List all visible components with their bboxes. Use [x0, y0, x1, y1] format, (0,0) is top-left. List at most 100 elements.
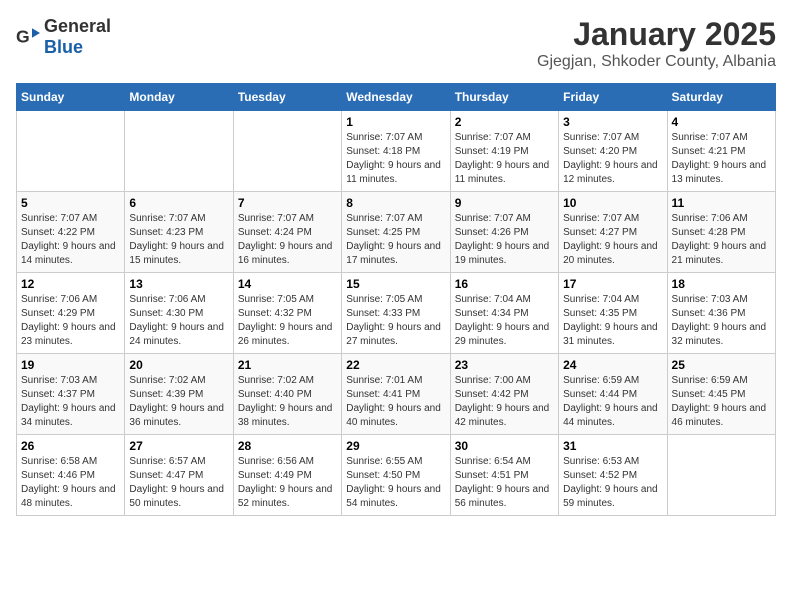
month-title: January 2025	[537, 16, 776, 53]
calendar-cell: 3Sunrise: 7:07 AMSunset: 4:20 PMDaylight…	[559, 111, 667, 192]
day-info: Sunrise: 6:59 AMSunset: 4:44 PMDaylight:…	[563, 374, 662, 430]
calendar-cell: 13 Sunrise: 7:06 AMSunset: 4:30 PMDayligh…	[125, 273, 233, 354]
day-info: Sunrise: 7:07 AMSunset: 4:21 PMDaylight:…	[672, 131, 771, 187]
day-info: Sunrise: 7:01 AMSunset: 4:41 PMDaylight:…	[346, 374, 445, 430]
calendar-cell: 29Sunrise: 6:55 AMSunset: 4:50 PMDayligh…	[342, 435, 450, 516]
calendar-cell: 25 Sunrise: 6:59 AMSunset: 4:45 PMDayligh…	[667, 354, 775, 435]
day-number: 14	[238, 277, 337, 291]
calendar-cell: 11 Sunrise: 7:06 AMSunset: 4:28 PMDayligh…	[667, 192, 775, 273]
logo-blue: Blue	[44, 37, 83, 57]
day-info: Sunrise: 7:07 AMSunset: 4:24 PMDaylight:…	[238, 212, 337, 268]
day-info: Sunrise: 7:07 AMSunset: 4:26 PMDaylight:…	[455, 212, 554, 268]
day-number: 9	[455, 196, 554, 210]
day-info: Sunrise: 7:04 AMSunset: 4:34 PMDaylight:…	[455, 293, 554, 349]
logo: G General Blue	[16, 16, 111, 58]
calendar-cell: 18 Sunrise: 7:03 AMSunset: 4:36 PMDayligh…	[667, 273, 775, 354]
day-info: Sunrise: 7:02 AMSunset: 4:39 PMDaylight:…	[129, 374, 228, 430]
calendar-week-row: 12Sunrise: 7:06 AMSunset: 4:29 PMDayligh…	[17, 273, 776, 354]
calendar-cell: 24 Sunrise: 6:59 AMSunset: 4:44 PMDayligh…	[559, 354, 667, 435]
calendar-cell: 26Sunrise: 6:58 AMSunset: 4:46 PMDayligh…	[17, 435, 125, 516]
title-block: January 2025 Gjegjan, Shkoder County, Al…	[537, 16, 776, 71]
location-title: Gjegjan, Shkoder County, Albania	[537, 53, 776, 71]
day-number: 15	[346, 277, 445, 291]
day-info: Sunrise: 7:00 AMSunset: 4:42 PMDaylight:…	[455, 374, 554, 430]
calendar-cell: 16 Sunrise: 7:04 AMSunset: 4:34 PMDayligh…	[450, 273, 558, 354]
calendar-cell: 28 Sunrise: 6:56 AMSunset: 4:49 PMDayligh…	[233, 435, 341, 516]
day-of-week-header: Sunday	[17, 84, 125, 111]
day-info: Sunrise: 7:06 AMSunset: 4:30 PMDaylight:…	[129, 293, 228, 349]
day-number: 23	[455, 358, 554, 372]
day-info: Sunrise: 7:06 AMSunset: 4:28 PMDaylight:…	[672, 212, 771, 268]
calendar-cell	[17, 111, 125, 192]
day-info: Sunrise: 6:59 AMSunset: 4:45 PMDaylight:…	[672, 374, 771, 430]
day-info: Sunrise: 7:07 AMSunset: 4:18 PMDaylight:…	[346, 131, 445, 187]
calendar-week-row: 5Sunrise: 7:07 AMSunset: 4:22 PMDaylight…	[17, 192, 776, 273]
day-info: Sunrise: 7:03 AMSunset: 4:37 PMDaylight:…	[21, 374, 120, 430]
day-number: 4	[672, 115, 771, 129]
calendar-cell: 9 Sunrise: 7:07 AMSunset: 4:26 PMDaylight…	[450, 192, 558, 273]
day-number: 27	[129, 439, 228, 453]
day-number: 28	[238, 439, 337, 453]
calendar-cell: 27 Sunrise: 6:57 AMSunset: 4:47 PMDayligh…	[125, 435, 233, 516]
day-number: 30	[455, 439, 554, 453]
day-info: Sunrise: 6:54 AMSunset: 4:51 PMDaylight:…	[455, 455, 554, 511]
day-number: 18	[672, 277, 771, 291]
calendar-table: SundayMondayTuesdayWednesdayThursdayFrid…	[16, 83, 776, 516]
day-number: 13	[129, 277, 228, 291]
logo-icon: G	[16, 25, 40, 49]
calendar-cell: 20Sunrise: 7:02 AMSunset: 4:39 PMDayligh…	[125, 354, 233, 435]
day-info: Sunrise: 7:05 AMSunset: 4:32 PMDaylight:…	[238, 293, 337, 349]
day-info: Sunrise: 7:07 AMSunset: 4:27 PMDaylight:…	[563, 212, 662, 268]
day-number: 16	[455, 277, 554, 291]
day-info: Sunrise: 7:07 AMSunset: 4:25 PMDaylight:…	[346, 212, 445, 268]
day-info: Sunrise: 7:07 AMSunset: 4:19 PMDaylight:…	[455, 131, 554, 187]
calendar-cell: 12Sunrise: 7:06 AMSunset: 4:29 PMDayligh…	[17, 273, 125, 354]
day-info: Sunrise: 6:53 AMSunset: 4:52 PMDaylight:…	[563, 455, 662, 511]
day-number: 12	[21, 277, 120, 291]
calendar-cell: 30 Sunrise: 6:54 AMSunset: 4:51 PMDayligh…	[450, 435, 558, 516]
day-number: 24	[563, 358, 662, 372]
calendar-cell: 17Sunrise: 7:04 AMSunset: 4:35 PMDayligh…	[559, 273, 667, 354]
day-info: Sunrise: 7:07 AMSunset: 4:20 PMDaylight:…	[563, 131, 662, 187]
svg-text:G: G	[16, 27, 30, 47]
day-number: 1	[346, 115, 445, 129]
day-of-week-header: Tuesday	[233, 84, 341, 111]
calendar-cell: 1 Sunrise: 7:07 AMSunset: 4:18 PMDaylight…	[342, 111, 450, 192]
day-info: Sunrise: 6:56 AMSunset: 4:49 PMDaylight:…	[238, 455, 337, 511]
day-number: 5	[21, 196, 120, 210]
day-number: 22	[346, 358, 445, 372]
day-info: Sunrise: 7:02 AMSunset: 4:40 PMDaylight:…	[238, 374, 337, 430]
day-info: Sunrise: 7:04 AMSunset: 4:35 PMDaylight:…	[563, 293, 662, 349]
calendar-cell: 6 Sunrise: 7:07 AMSunset: 4:23 PMDaylight…	[125, 192, 233, 273]
page-header: G General Blue January 2025 Gjegjan, Shk…	[16, 16, 776, 71]
calendar-cell: 22 Sunrise: 7:01 AMSunset: 4:41 PMDayligh…	[342, 354, 450, 435]
day-number: 10	[563, 196, 662, 210]
day-of-week-header: Friday	[559, 84, 667, 111]
day-info: Sunrise: 6:57 AMSunset: 4:47 PMDaylight:…	[129, 455, 228, 511]
day-number: 6	[129, 196, 228, 210]
calendar-week-row: 26Sunrise: 6:58 AMSunset: 4:46 PMDayligh…	[17, 435, 776, 516]
calendar-week-row: 19 Sunrise: 7:03 AMSunset: 4:37 PMDayligh…	[17, 354, 776, 435]
day-number: 21	[238, 358, 337, 372]
calendar-header-row: SundayMondayTuesdayWednesdayThursdayFrid…	[17, 84, 776, 111]
calendar-cell: 15 Sunrise: 7:05 AMSunset: 4:33 PMDayligh…	[342, 273, 450, 354]
calendar-cell: 7Sunrise: 7:07 AMSunset: 4:24 PMDaylight…	[233, 192, 341, 273]
calendar-week-row: 1 Sunrise: 7:07 AMSunset: 4:18 PMDaylight…	[17, 111, 776, 192]
day-of-week-header: Thursday	[450, 84, 558, 111]
day-number: 25	[672, 358, 771, 372]
day-of-week-header: Wednesday	[342, 84, 450, 111]
calendar-cell	[233, 111, 341, 192]
day-info: Sunrise: 7:07 AMSunset: 4:23 PMDaylight:…	[129, 212, 228, 268]
day-info: Sunrise: 7:03 AMSunset: 4:36 PMDaylight:…	[672, 293, 771, 349]
day-number: 11	[672, 196, 771, 210]
day-number: 26	[21, 439, 120, 453]
day-of-week-header: Monday	[125, 84, 233, 111]
calendar-cell: 5Sunrise: 7:07 AMSunset: 4:22 PMDaylight…	[17, 192, 125, 273]
day-number: 29	[346, 439, 445, 453]
day-number: 19	[21, 358, 120, 372]
day-of-week-header: Saturday	[667, 84, 775, 111]
calendar-cell: 31Sunrise: 6:53 AMSunset: 4:52 PMDayligh…	[559, 435, 667, 516]
calendar-cell	[125, 111, 233, 192]
day-info: Sunrise: 7:05 AMSunset: 4:33 PMDaylight:…	[346, 293, 445, 349]
calendar-cell: 4 Sunrise: 7:07 AMSunset: 4:21 PMDaylight…	[667, 111, 775, 192]
